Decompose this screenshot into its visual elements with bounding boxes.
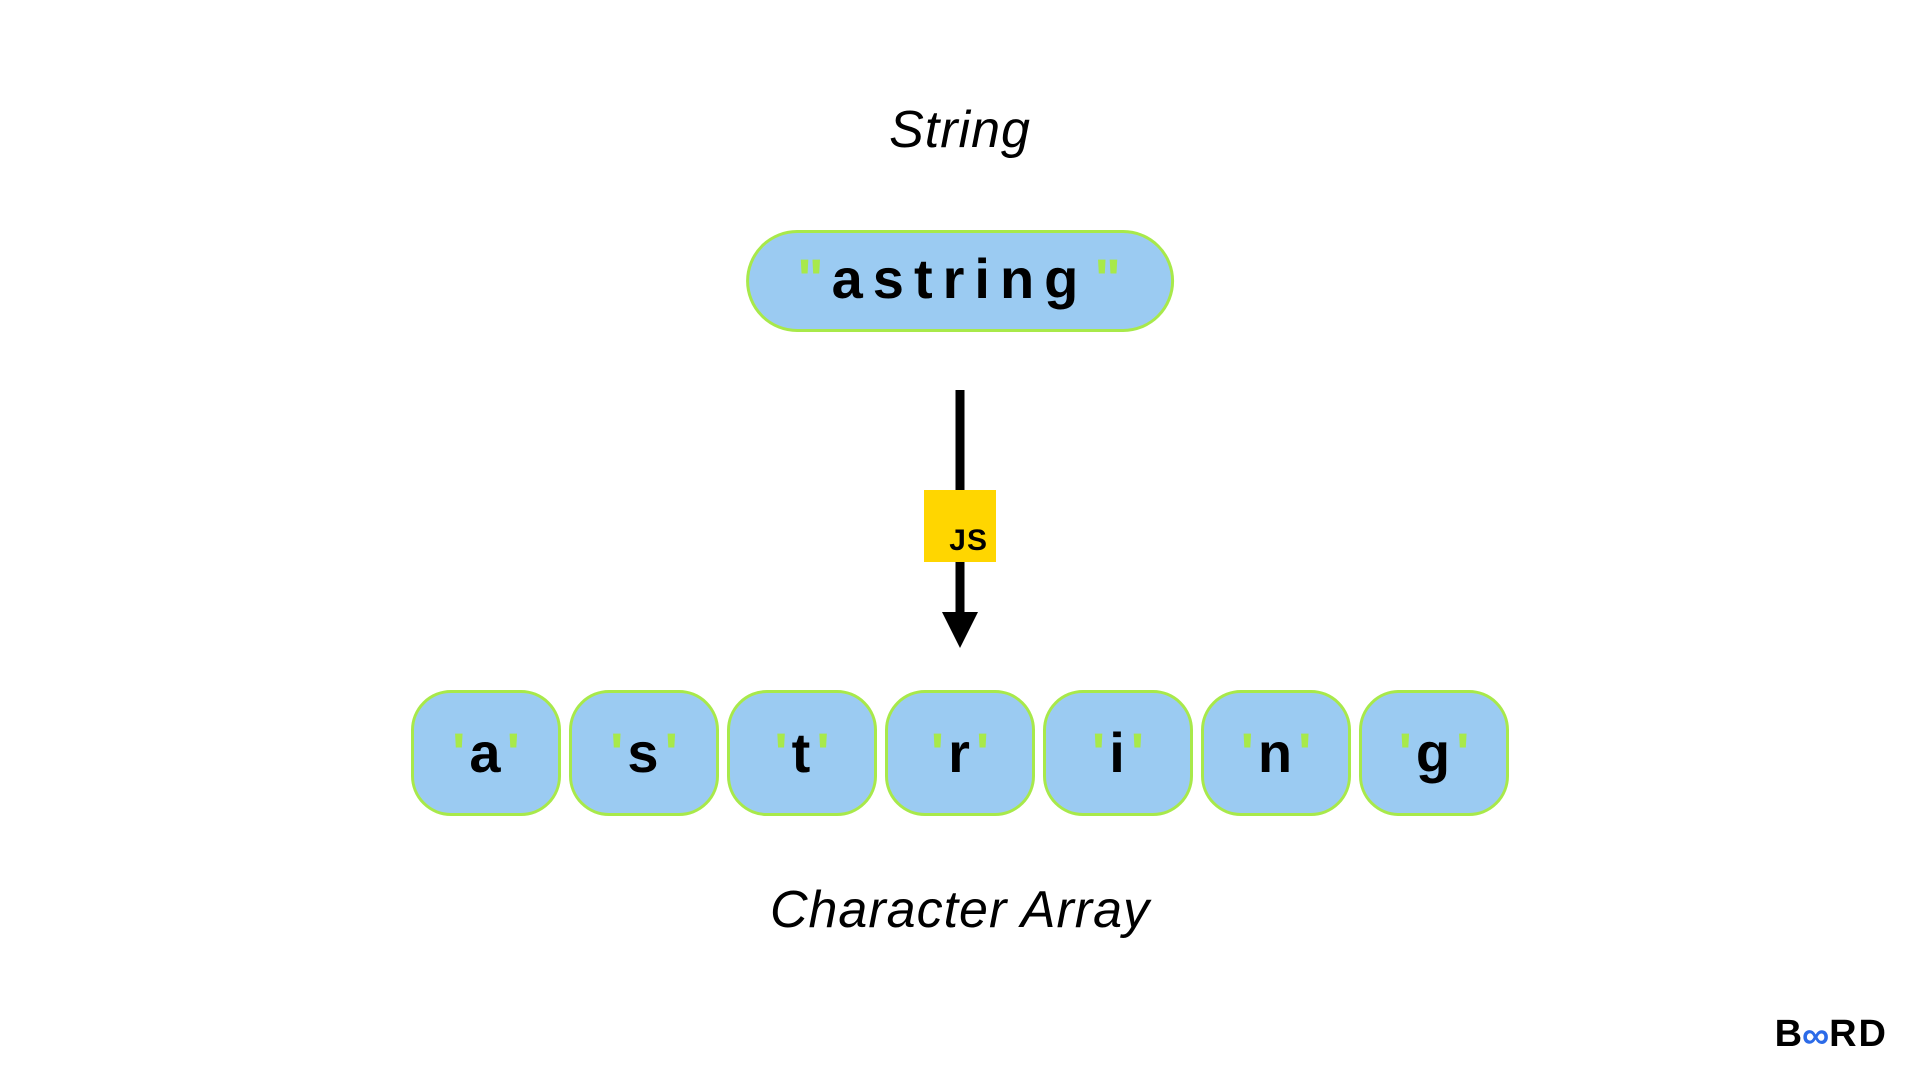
js-badge-text: JS — [949, 524, 988, 558]
char-cell: ' s ' — [569, 690, 719, 816]
string-pill: " astring " — [746, 230, 1174, 332]
opening-single-quote: ' — [610, 725, 623, 781]
opening-single-quote: ' — [774, 725, 787, 781]
char-cell: ' t ' — [727, 690, 877, 816]
char-value: n — [1258, 725, 1294, 781]
char-cell: ' n ' — [1201, 690, 1351, 816]
opening-single-quote: ' — [452, 725, 465, 781]
closing-single-quote: ' — [816, 725, 829, 781]
opening-single-quote: ' — [1399, 725, 1412, 781]
char-value: g — [1416, 725, 1452, 781]
char-value: i — [1109, 725, 1127, 781]
brand-infinity-icon: ∞ — [1802, 1015, 1831, 1058]
closing-single-quote: ' — [1298, 725, 1311, 781]
opening-single-quote: ' — [1092, 725, 1105, 781]
closing-single-quote: ' — [976, 725, 989, 781]
char-cell: ' g ' — [1359, 690, 1509, 816]
brand-b: B — [1775, 1013, 1804, 1056]
char-cell: ' a ' — [411, 690, 561, 816]
closing-single-quote: ' — [1456, 725, 1469, 781]
string-value: astring — [832, 251, 1089, 307]
brand-logo: B∞RD — [1775, 1013, 1888, 1056]
character-array-row: ' a ' ' s ' ' t ' ' r ' ' i ' ' n ' — [411, 690, 1509, 816]
char-cell: ' i ' — [1043, 690, 1193, 816]
closing-single-quote: ' — [1131, 725, 1144, 781]
closing-single-quote: ' — [665, 725, 678, 781]
closing-double-quote: " — [1094, 251, 1123, 307]
top-label: String — [0, 100, 1920, 160]
char-value: t — [792, 725, 813, 781]
closing-single-quote: ' — [507, 725, 520, 781]
bottom-label: Character Array — [0, 880, 1920, 940]
brand-rd: RD — [1829, 1013, 1888, 1056]
opening-double-quote: " — [797, 251, 826, 307]
opening-single-quote: ' — [1241, 725, 1254, 781]
diagram-canvas: String " astring " JS ' a ' ' s ' ' t ' — [0, 0, 1920, 1080]
char-value: s — [627, 725, 660, 781]
char-value: a — [469, 725, 502, 781]
char-value: r — [948, 725, 972, 781]
char-cell: ' r ' — [885, 690, 1035, 816]
js-badge: JS — [924, 490, 996, 562]
opening-single-quote: ' — [931, 725, 944, 781]
